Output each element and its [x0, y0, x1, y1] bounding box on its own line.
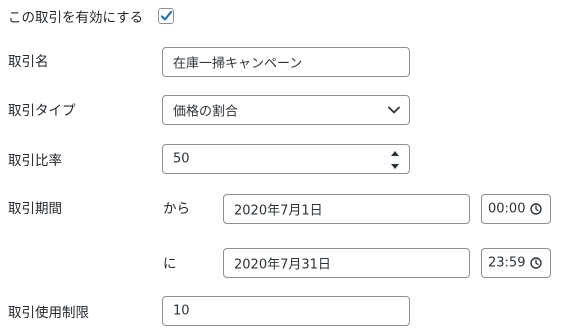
- to-time-value: 23:59: [488, 255, 526, 271]
- clock-icon[interactable]: [530, 203, 542, 215]
- deal-type-selected: 価格の割合: [173, 104, 239, 120]
- deal-type-select[interactable]: 価格の割合: [162, 95, 410, 125]
- usage-limit-value: 10: [173, 303, 190, 319]
- period-from-label: から: [163, 201, 190, 217]
- chevron-down-icon: [388, 106, 400, 114]
- enable-deal-label: この取引を有効にする: [8, 10, 144, 26]
- number-spinner[interactable]: [390, 149, 400, 171]
- spinner-up-icon[interactable]: [391, 151, 399, 156]
- usage-limit-input[interactable]: 10: [162, 296, 410, 326]
- to-time-input[interactable]: 23:59: [481, 248, 551, 278]
- deal-rate-input[interactable]: 50: [162, 144, 410, 174]
- period-to-label: に: [163, 256, 177, 272]
- deal-period-label: 取引期間: [8, 201, 62, 217]
- from-date-value: 2020年7月1日: [234, 203, 323, 219]
- deal-name-label: 取引名: [8, 54, 49, 70]
- clock-icon[interactable]: [530, 257, 542, 269]
- deal-name-value: 在庫一掃キャンペーン: [173, 56, 303, 72]
- deal-rate-value: 50: [173, 151, 190, 167]
- deal-rate-label: 取引比率: [8, 153, 62, 169]
- deal-type-label: 取引タイプ: [8, 103, 76, 119]
- checkmark-icon: [160, 10, 173, 21]
- to-date-value: 2020年7月31日: [234, 257, 331, 273]
- from-time-input[interactable]: 00:00: [481, 194, 551, 224]
- deal-name-input[interactable]: 在庫一掃キャンペーン: [162, 47, 410, 77]
- from-time-value: 00:00: [488, 201, 526, 217]
- from-date-input[interactable]: 2020年7月1日: [223, 194, 470, 224]
- usage-limit-label: 取引使用制限: [8, 305, 89, 321]
- enable-deal-checkbox[interactable]: [158, 8, 174, 24]
- spinner-down-icon[interactable]: [391, 164, 399, 169]
- to-date-input[interactable]: 2020年7月31日: [223, 248, 470, 278]
